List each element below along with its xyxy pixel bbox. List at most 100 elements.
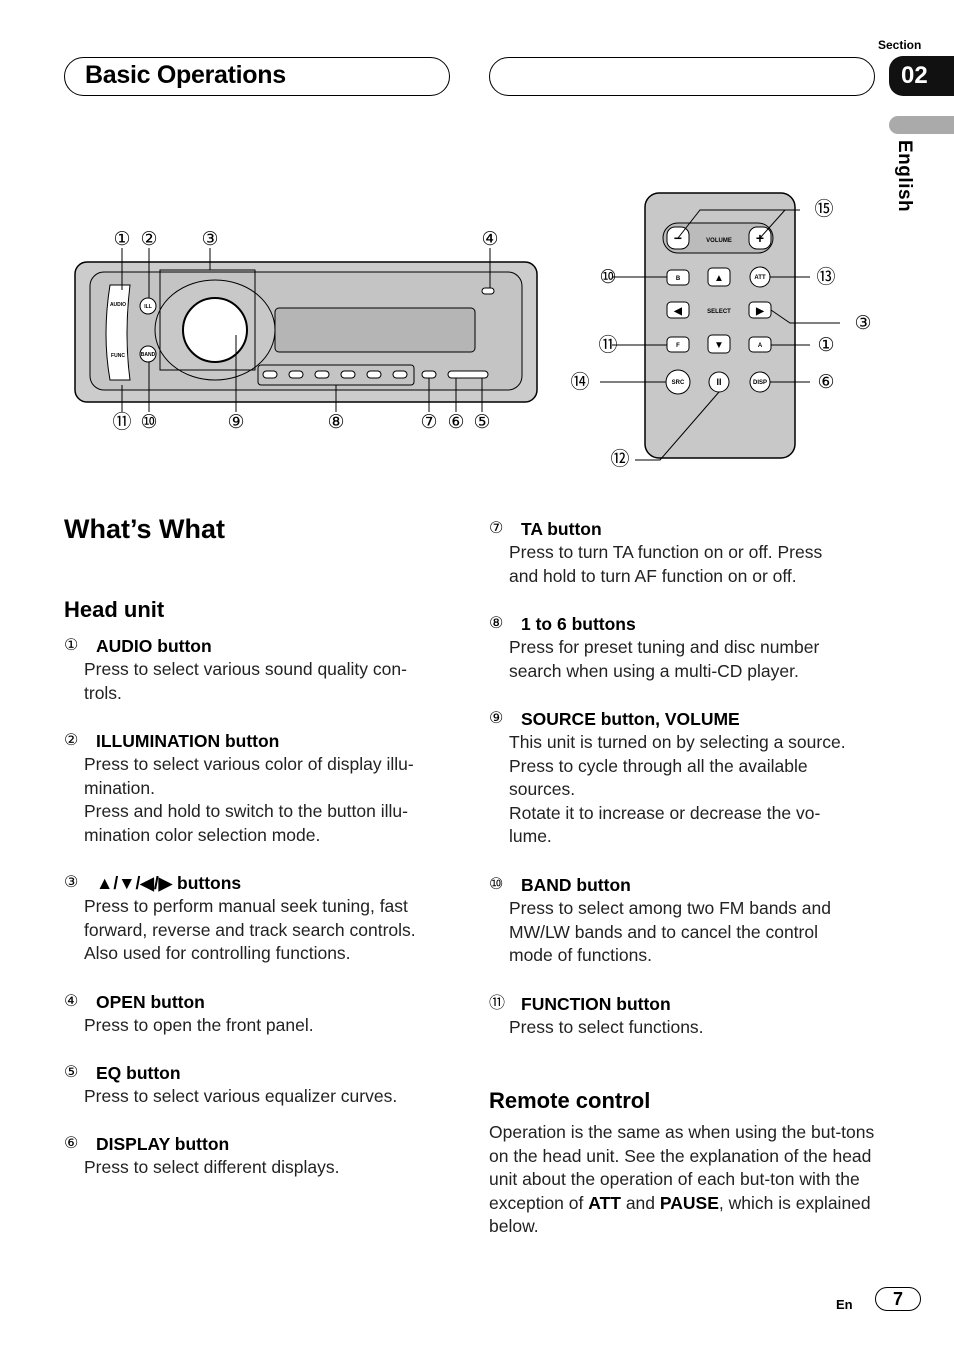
item-title: EQ button xyxy=(96,1063,181,1083)
page-number: 7 xyxy=(875,1287,921,1311)
item-number: ④ xyxy=(64,993,79,1010)
remote-callout-3: ③ xyxy=(854,313,871,334)
callout-4: ④ xyxy=(481,229,498,250)
remote-callout-13: ⑬ xyxy=(816,266,835,288)
remote-callout-6: ⑥ xyxy=(817,372,834,393)
callout-2: ② xyxy=(140,229,157,250)
src-label: SRC xyxy=(672,380,685,386)
select-label: SELECT xyxy=(707,309,731,315)
remote-control-figure: ⑮ ⑩ ⑬ ③ ⑪ ① ⑭ ⑥ ⑫ VOLUME − + B ATT ▲ SEL… xyxy=(570,192,872,470)
head-unit-figure: ① ② ③ ④ ⑪ ⑩ ⑨ ⑧ ⑦ ⑥ ⑤ AUDIO FUNC ILL BAN… xyxy=(74,229,538,433)
item-title: BAND button xyxy=(521,875,631,895)
item-description: Press to select various equalizer curves… xyxy=(84,1086,398,1106)
item-title: DISPLAY button xyxy=(96,1134,230,1154)
remote-control-heading: Remote control xyxy=(489,1088,651,1113)
chapter-title-pill: Basic Operations xyxy=(64,57,450,96)
callout-1: ① xyxy=(113,229,130,250)
item-number: ⑩ xyxy=(489,876,504,893)
rc-att-bold: ATT xyxy=(588,1192,621,1213)
head-unit-heading: Head unit xyxy=(64,597,165,622)
list-item: ④ OPEN button Press to open the front pan… xyxy=(64,990,444,1038)
item-title: ILLUMINATION button xyxy=(96,731,280,751)
section-label: Section xyxy=(878,38,922,52)
item-number: ⑦ xyxy=(489,520,504,537)
section-number-badge: 02 xyxy=(889,56,954,96)
item-description: Press to select various color of display… xyxy=(84,754,414,845)
blank-title-pill xyxy=(489,57,875,96)
item-description: Press to select various sound quality co… xyxy=(84,659,407,703)
ta-button xyxy=(421,370,437,379)
item-number: ⑪ xyxy=(489,995,506,1012)
up-arrow-icon: ▲ xyxy=(714,273,724,284)
language-tab-label: English xyxy=(894,140,915,213)
open-button xyxy=(481,287,495,295)
rc-text-2: and xyxy=(620,1192,660,1213)
chapter-title: Basic Operations xyxy=(85,61,286,89)
item-number: ② xyxy=(64,732,79,749)
b-label: B xyxy=(676,276,681,282)
main-title: What’s What xyxy=(64,514,225,544)
item-number: ③ xyxy=(64,874,79,891)
footer-language: En xyxy=(836,1297,853,1312)
item-number: ⑧ xyxy=(489,615,504,632)
item-number: ⑨ xyxy=(489,710,504,727)
left-panel xyxy=(105,284,131,381)
item-title: 1 to 6 buttons xyxy=(521,614,636,634)
item-description: This unit is turned on by selecting a so… xyxy=(509,732,846,846)
item-description: Press to open the front panel. xyxy=(84,1015,314,1035)
list-item: ⑥ DISPLAY button Press to select differen… xyxy=(64,1132,444,1180)
item-title: ▲/▼/◀/▶ buttons xyxy=(96,873,242,893)
disp-eq-buttons xyxy=(447,370,489,379)
callout-8: ⑧ xyxy=(327,412,344,433)
item-description: Press for preset tuning and disc number … xyxy=(509,637,820,681)
source-volume-knob xyxy=(182,297,248,363)
item-number: ⑥ xyxy=(64,1135,79,1152)
item-title: SOURCE button, VOLUME xyxy=(521,709,740,729)
func-label: FUNC xyxy=(111,353,125,359)
list-item: ② ILLUMINATION button Press to select var… xyxy=(64,729,444,847)
remote-callout-10: ⑩ xyxy=(599,267,616,288)
ill-label: ILL xyxy=(144,304,152,310)
item-title: FUNCTION button xyxy=(521,994,671,1014)
callout-3: ③ xyxy=(201,229,218,250)
item-title: TA button xyxy=(521,519,602,539)
f-label: F xyxy=(676,343,680,349)
remote-callout-11: ⑪ xyxy=(598,334,617,356)
remote-callout-15: ⑮ xyxy=(814,198,833,220)
list-item: ⑩ BAND button Press to select among two F… xyxy=(489,873,879,968)
list-item: ⑪ FUNCTION button Press to select functio… xyxy=(489,992,879,1040)
item-description: Press to select different displays. xyxy=(84,1157,340,1177)
item-description: Press to turn TA function on or off. Pre… xyxy=(509,542,823,586)
language-tab-marker xyxy=(889,116,954,134)
list-item: ③ ▲/▼/◀/▶ buttons Press to perform manual… xyxy=(64,871,454,966)
down-arrow-icon: ▼ xyxy=(714,340,724,351)
item-title: AUDIO button xyxy=(96,636,212,656)
remote-callout-1: ① xyxy=(817,335,834,356)
disp-label: DISP xyxy=(753,380,767,386)
audio-label: AUDIO xyxy=(110,302,126,308)
volume-label: VOLUME xyxy=(706,238,732,244)
list-item: ⑧ 1 to 6 buttons Press for preset tuning … xyxy=(489,612,879,683)
lcd-display xyxy=(274,307,476,353)
rc-pause-bold: PAUSE xyxy=(659,1192,719,1213)
callout-9: ⑨ xyxy=(227,412,244,433)
remote-callout-14: ⑭ xyxy=(570,371,589,393)
minus-label: − xyxy=(674,230,682,246)
plus-label: + xyxy=(756,230,764,246)
list-item: ⑦ TA button Press to turn TA function on … xyxy=(489,517,879,588)
item-description: Press to select among two FM bands and M… xyxy=(509,898,831,965)
a-label: A xyxy=(758,343,763,349)
item-description: Press to perform manual seek tuning, fas… xyxy=(84,896,416,963)
callout-7: ⑦ xyxy=(420,412,437,433)
list-item: ① AUDIO button Press to select various so… xyxy=(64,634,444,705)
item-number: ⑤ xyxy=(64,1064,79,1081)
item-number: ① xyxy=(64,637,79,654)
item-description: Press to select functions. xyxy=(509,1017,704,1037)
list-item: ⑨ SOURCE button, VOLUME This unit is turn… xyxy=(489,707,884,849)
callout-11: ⑪ xyxy=(112,411,131,433)
right-arrow-icon: ▶ xyxy=(755,306,765,317)
band-label: BAND xyxy=(141,352,156,358)
left-arrow-icon: ◀ xyxy=(673,306,682,317)
remote-control-description: Operation is the same as when using the … xyxy=(489,1121,879,1239)
att-label: ATT xyxy=(754,275,766,281)
